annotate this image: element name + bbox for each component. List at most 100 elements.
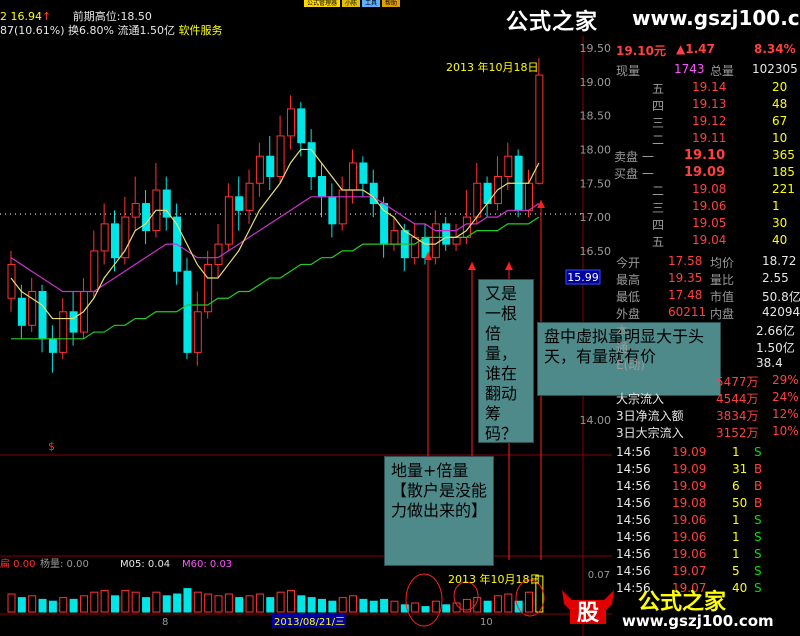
candle-body bbox=[245, 182, 254, 211]
ask-price: 19.11 bbox=[692, 131, 727, 145]
volume-bar bbox=[152, 591, 161, 613]
bid-level-label: 二 bbox=[652, 184, 665, 198]
flow-value: 5477万 bbox=[716, 375, 759, 389]
bid-volume: 221 bbox=[772, 182, 795, 196]
ask-row: 五 19.14 20 bbox=[612, 80, 800, 96]
stat-value: 60211 bbox=[668, 305, 707, 319]
tool-button-1[interactable]: 公式管理器 bbox=[304, 0, 341, 7]
tick-price: 19.09 bbox=[672, 445, 707, 459]
candle-body bbox=[338, 189, 347, 225]
tick-row: 14:56 19.08 50 B bbox=[612, 496, 800, 512]
candle-body bbox=[162, 189, 171, 218]
volume-bar bbox=[421, 606, 430, 613]
tick-time: 14:56 bbox=[616, 462, 651, 476]
volume-bar bbox=[318, 598, 326, 613]
tick-side: S bbox=[754, 530, 762, 544]
tool-button-4[interactable]: 帮助 bbox=[382, 0, 401, 7]
stat2-row: 本 2.66亿 bbox=[612, 322, 800, 338]
tick-volume: 6 bbox=[732, 479, 740, 493]
stat2-row: 通 1.50亿 bbox=[612, 339, 800, 355]
date-label-bottom: 2013 年10月18日 bbox=[448, 572, 541, 586]
volume-bar bbox=[183, 588, 192, 613]
tick-side: B bbox=[754, 462, 763, 476]
tick-side: S bbox=[754, 564, 762, 578]
bid-price: 19.09 bbox=[684, 165, 726, 180]
stat-value: 17.58 bbox=[668, 254, 703, 268]
stat-label: 均价 bbox=[710, 256, 735, 270]
ask-volume: 10 bbox=[772, 131, 788, 145]
bid-volume: 1 bbox=[772, 199, 780, 213]
stat-row: 外盘 60211 内盘 42094 bbox=[612, 305, 800, 321]
candle-body bbox=[38, 290, 47, 340]
volume-bar bbox=[390, 600, 399, 613]
candle-body bbox=[525, 182, 533, 211]
candle-body bbox=[48, 338, 57, 353]
volume-bar bbox=[90, 591, 99, 613]
stat-label: 市值 bbox=[710, 290, 735, 304]
volume-bar bbox=[142, 597, 151, 613]
candle-body bbox=[349, 162, 358, 191]
flow-value: 3834万 bbox=[716, 409, 759, 423]
tick-row: 14:56 19.06 1 S bbox=[612, 547, 800, 563]
volume-bar bbox=[431, 600, 440, 613]
candle-body bbox=[276, 135, 285, 178]
flow-label: 3日净流入额 bbox=[616, 409, 684, 423]
flow-value: 4544万 bbox=[716, 392, 759, 406]
buy-signal-marker: $ bbox=[48, 440, 55, 453]
candle-body bbox=[193, 311, 202, 353]
stat2-label: 通 bbox=[616, 341, 629, 355]
annotation-low-volume: 地量+倍量【散户是没能力做出来的】 bbox=[384, 456, 494, 566]
tick-price: 19.06 bbox=[672, 530, 707, 544]
date-label-top: 2013 年10月18日 bbox=[446, 60, 539, 74]
stat2-label: 本 bbox=[616, 324, 629, 338]
y-tick-label: 18.00 bbox=[580, 143, 612, 156]
tick-row: 14:56 19.09 6 B bbox=[612, 479, 800, 495]
volume-bar bbox=[276, 591, 285, 613]
candle-body bbox=[411, 236, 420, 259]
quote-header-row: 19.10元 ▲1.47 8.34% bbox=[612, 42, 800, 58]
stat-value: 19.35 bbox=[668, 271, 703, 285]
bid-volume: 30 bbox=[772, 216, 788, 230]
quote-panel: 19.10元 ▲1.47 8.34% 现量 1743 总量 102305 五 19.14 20 四 1… bbox=[612, 36, 800, 636]
watermark-banner: 公式之家 www.gszj100.com bbox=[496, 0, 800, 36]
volume-bar bbox=[48, 600, 57, 613]
volume-bar bbox=[328, 600, 337, 613]
candle-body bbox=[307, 142, 316, 178]
volume-bar bbox=[359, 598, 368, 613]
m05-label: M05: 0.04 bbox=[120, 559, 170, 570]
flow-pct: 10% bbox=[772, 424, 799, 438]
volume-bar bbox=[349, 595, 358, 613]
tick-volume: 31 bbox=[732, 462, 748, 476]
candle-body bbox=[224, 196, 233, 245]
ask-level-label: 二 bbox=[652, 133, 665, 147]
tool-button-3[interactable]: 工具 bbox=[362, 0, 381, 7]
m60-label: M60: 0.03 bbox=[182, 559, 232, 570]
bid-level-label: 三 bbox=[652, 201, 665, 215]
candle-body bbox=[69, 311, 78, 333]
volume-bar bbox=[38, 598, 47, 613]
ask-level-label: 五 bbox=[652, 82, 665, 96]
watermark-url: www.gszj100.com bbox=[632, 6, 800, 30]
tick-volume: 1 bbox=[732, 513, 740, 527]
x-label-2: 10 bbox=[480, 617, 493, 628]
tick-volume: 1 bbox=[732, 530, 740, 544]
volume-bar bbox=[483, 600, 492, 613]
tick-row: 14:56 19.06 1 S bbox=[612, 530, 800, 546]
ask-price: 19.13 bbox=[692, 97, 727, 111]
flow-row: 3日大宗流入 3152万 10% bbox=[612, 424, 800, 440]
tick-volume: 1 bbox=[732, 445, 740, 459]
tick-price: 19.09 bbox=[672, 479, 707, 493]
y-tick-label: 17.00 bbox=[580, 211, 612, 224]
y-tick-label: 17.50 bbox=[580, 177, 612, 190]
tool-button-2[interactable]: 小陈 bbox=[342, 0, 361, 7]
volume-label-left: 扁 0.00 bbox=[0, 557, 35, 570]
now-volume-label: 现量 bbox=[616, 64, 641, 78]
candle-body bbox=[380, 203, 389, 245]
volume-bar bbox=[307, 597, 316, 613]
tick-side: S bbox=[754, 547, 762, 561]
candle-body bbox=[255, 155, 264, 184]
ask-row: 三 19.12 67 bbox=[612, 114, 800, 130]
volume-bar bbox=[297, 595, 306, 613]
volume-bar bbox=[131, 591, 140, 613]
x-label-1: 8 bbox=[162, 617, 168, 628]
